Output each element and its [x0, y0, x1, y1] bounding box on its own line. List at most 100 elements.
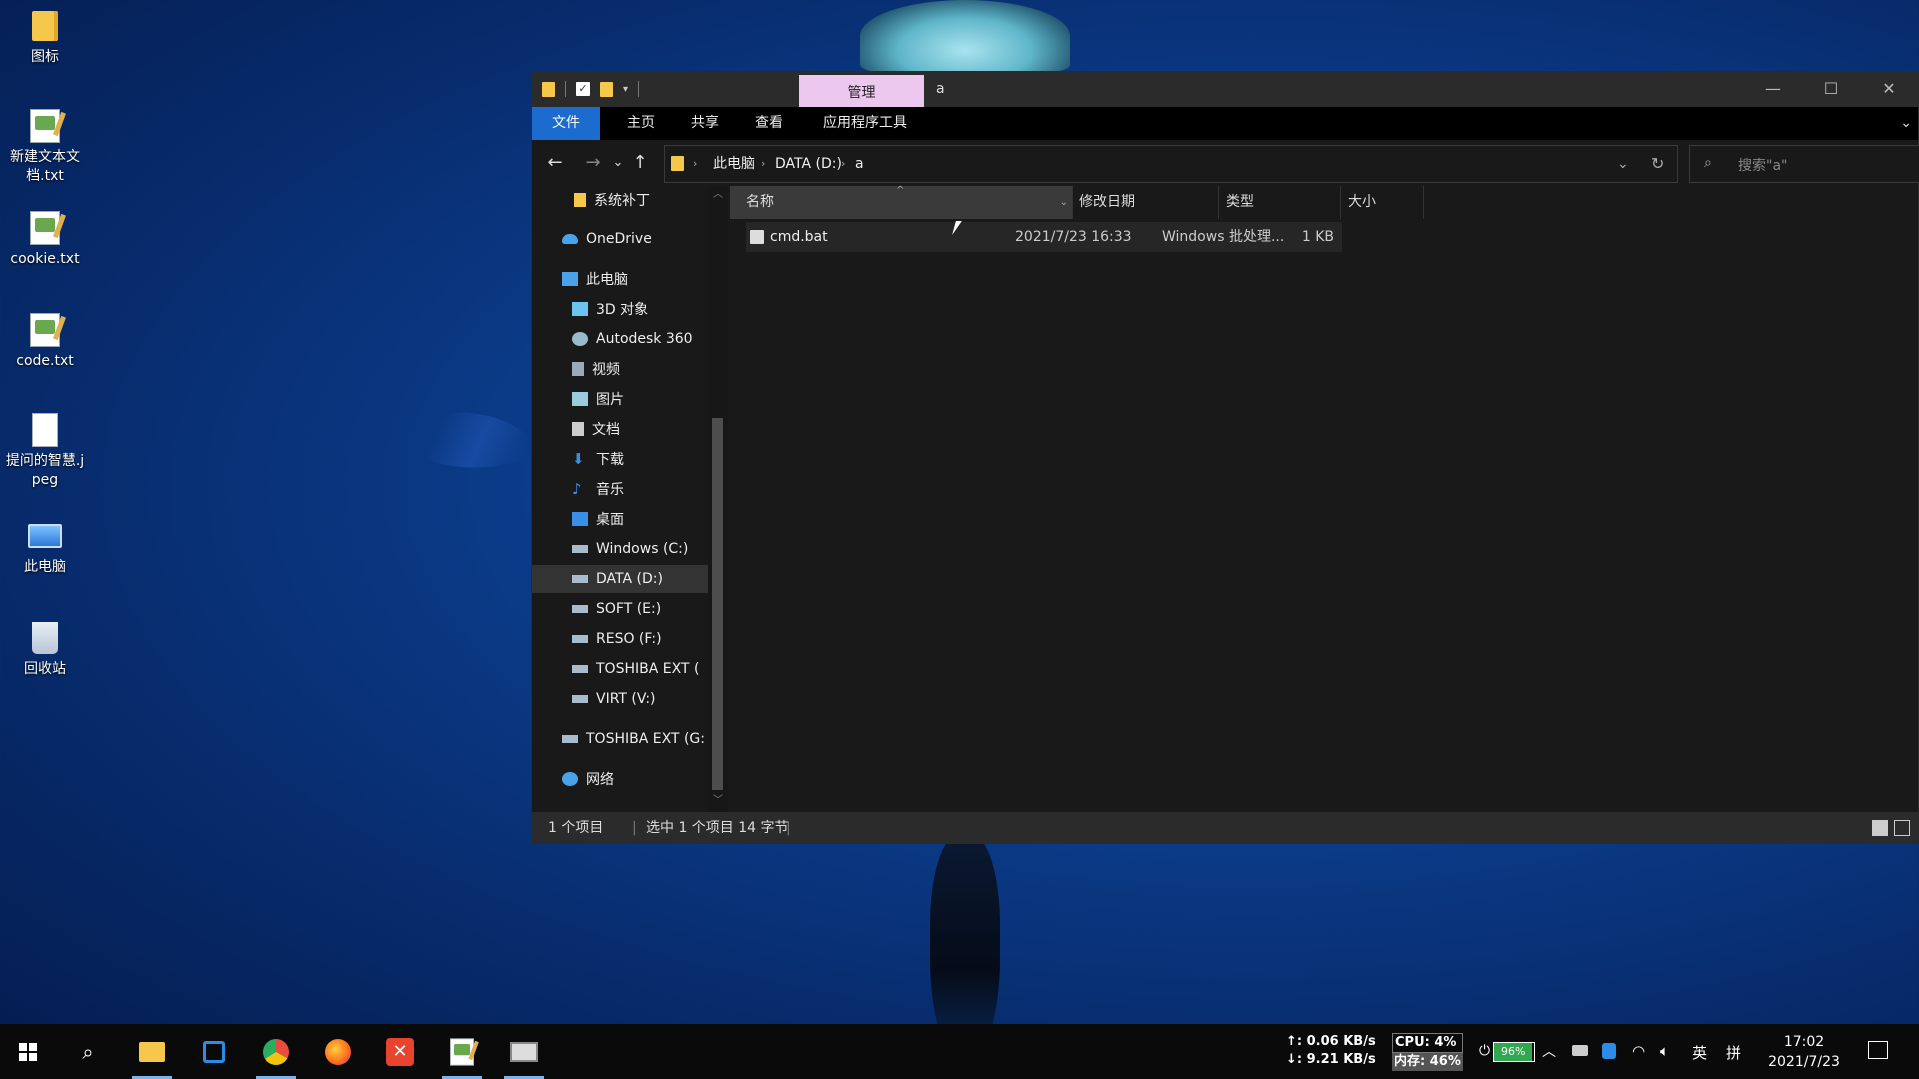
tab-file[interactable]: 文件 — [532, 107, 600, 140]
desktop-icon — [572, 512, 588, 526]
column-header-size[interactable]: 大小 — [1341, 186, 1424, 219]
details-view-icon[interactable] — [1872, 820, 1888, 836]
chevron-up-icon[interactable]: ︿ — [708, 186, 728, 204]
nav-item-network[interactable]: 网络 — [532, 765, 708, 793]
drive-icon — [572, 605, 588, 613]
new-folder-icon[interactable] — [600, 81, 613, 97]
volume-icon[interactable]: 🔈︎ — [1660, 1042, 1669, 1079]
search-icon[interactable]: ⌕ — [62, 1024, 114, 1079]
up-button[interactable]: ↑ — [627, 150, 653, 176]
nav-item-drive-v[interactable]: VIRT (V:) — [532, 685, 708, 713]
nav-item-documents[interactable]: 文档 — [532, 415, 708, 443]
wallpaper-character-hair — [860, 0, 1070, 72]
column-header-type[interactable]: 类型 — [1219, 186, 1341, 219]
column-header-date[interactable]: 修改日期 — [1073, 186, 1219, 219]
breadcrumb-this-pc[interactable]: 此电脑 — [713, 146, 755, 182]
app-icon[interactable] — [188, 1024, 240, 1079]
nav-item-downloads[interactable]: ⬇ 下载 — [532, 445, 708, 473]
desktop-icon-cookie[interactable]: cookie.txt — [0, 210, 90, 269]
start-icon[interactable] — [2, 1024, 54, 1079]
desktop-icon-folder[interactable]: 图标 — [0, 8, 90, 67]
nav-item-drive-d[interactable]: DATA (D:) — [532, 565, 708, 593]
app-tray-icon[interactable] — [1602, 1043, 1616, 1059]
manage-context-tab[interactable]: 管理 — [799, 75, 924, 107]
notifications-icon[interactable] — [1868, 1041, 1888, 1059]
battery-icon[interactable]: 96% — [1493, 1042, 1535, 1062]
chevron-down-icon[interactable]: ⌄ — [1060, 186, 1068, 219]
minimize-button[interactable]: — — [1744, 72, 1802, 107]
cmd-icon[interactable] — [498, 1024, 550, 1079]
nav-item-this-pc[interactable]: 此电脑 — [532, 265, 708, 293]
tab-share[interactable]: 共享 — [676, 107, 734, 140]
tab-home[interactable]: 主页 — [612, 107, 670, 140]
desktop-icon-recycle-bin[interactable]: 回收站 — [0, 620, 90, 679]
table-row[interactable]: cmd.bat 2021/7/23 16:33 Windows 批处理... 1… — [746, 222, 1342, 252]
chevron-up-icon[interactable]: ︿ — [1542, 1041, 1556, 1079]
column-header-name[interactable]: 名称 ^ ⌄ — [730, 185, 1073, 219]
nav-item-toshiba[interactable]: TOSHIBA EXT ( — [532, 655, 708, 683]
device-icon[interactable] — [1572, 1045, 1588, 1056]
drive-icon — [572, 665, 588, 673]
nav-item-label: OneDrive — [586, 231, 652, 247]
refresh-icon[interactable]: ↻ — [1651, 146, 1664, 182]
nav-item-drive-c[interactable]: Windows (C:) — [532, 535, 708, 563]
nav-item-patches[interactable]: 系统补丁 — [532, 186, 708, 214]
nav-item-label: 音乐 — [596, 482, 624, 498]
wifi-icon[interactable]: ◠ — [1632, 1042, 1645, 1079]
nav-item-label: 网络 — [586, 772, 614, 788]
clock[interactable]: 17:02 2021/7/23 — [1752, 1032, 1856, 1079]
nav-item-toshiba-g[interactable]: TOSHIBA EXT (G: — [532, 725, 708, 753]
tab-view[interactable]: 查看 — [740, 107, 798, 140]
nav-pane-scrollbar[interactable]: ︿ ﹀ — [708, 186, 728, 812]
nav-item-label: 系统补丁 — [594, 193, 650, 209]
cube-icon — [572, 302, 588, 316]
chevron-down-icon[interactable]: ﹀ — [708, 792, 728, 810]
nav-item-music[interactable]: ♪ 音乐 — [532, 475, 708, 503]
nav-item-label: SOFT (E:) — [596, 601, 662, 617]
close-button[interactable]: ✕ — [1860, 72, 1918, 107]
firefox-icon[interactable] — [312, 1024, 364, 1079]
tab-application-tools[interactable]: 应用程序工具 — [810, 107, 920, 140]
image-file-icon — [27, 412, 63, 448]
desktop-icon-new-text[interactable]: 新建文本文档.txt — [0, 108, 90, 186]
chevron-down-icon[interactable]: ⌄ — [1617, 146, 1629, 182]
nav-item-3d-objects[interactable]: 3D 对象 — [532, 295, 708, 323]
ime-pinyin-indicator[interactable]: 拼 — [1726, 1042, 1741, 1079]
search-input[interactable]: ⌕ 搜索"a" — [1689, 145, 1919, 183]
chrome-icon[interactable] — [250, 1024, 302, 1079]
chevron-down-icon[interactable]: ⌄ — [1900, 107, 1912, 140]
xmind-icon[interactable]: ✕ — [374, 1024, 426, 1079]
scrollbar-thumb[interactable] — [712, 418, 723, 790]
title-bar[interactable]: ✓ ▾ 管理 a — ☐ ✕ — [532, 72, 1918, 107]
notepad-icon[interactable] — [436, 1024, 488, 1079]
forward-button[interactable]: → — [580, 150, 606, 176]
nav-item-label: 3D 对象 — [596, 302, 649, 318]
large-icons-view-icon[interactable] — [1894, 820, 1910, 836]
customize-toolbar-icon[interactable]: ▾ — [623, 84, 628, 95]
back-button[interactable]: ← — [542, 150, 568, 176]
ime-mode-indicator[interactable]: 英 — [1692, 1042, 1707, 1079]
breadcrumb-a[interactable]: a — [855, 146, 864, 182]
address-row: ← → ⌄ ↑ › 此电脑 › DATA (D:) › a ⌄ ↻ ⌕ 搜索"a… — [532, 140, 1919, 186]
nav-item-desktop[interactable]: 桌面 — [532, 505, 708, 533]
desktop-icon-code[interactable]: code.txt — [0, 312, 90, 371]
breadcrumb-data-d[interactable]: DATA (D:) — [775, 146, 842, 182]
desktop-icon-jpeg[interactable]: 提问的智慧.jpeg — [0, 412, 90, 490]
selection-info: 选中 1 个项目 14 字节 — [646, 820, 789, 836]
drive-icon — [572, 545, 588, 553]
nav-item-videos[interactable]: 视频 — [532, 355, 708, 383]
nav-item-onedrive[interactable]: OneDrive — [532, 225, 708, 253]
search-placeholder: 搜索"a" — [1738, 158, 1788, 174]
nav-item-drive-f[interactable]: RESO (F:) — [532, 625, 708, 653]
nav-item-autodesk[interactable]: Autodesk 360 — [532, 325, 708, 353]
desktop-icon-this-pc[interactable]: 此电脑 — [0, 518, 90, 577]
upload-speed: ↑: 0.06 KB/s — [1286, 1034, 1376, 1049]
breadcrumb-separator: › — [693, 157, 698, 170]
nav-item-pictures[interactable]: 图片 — [532, 385, 708, 413]
download-speed: ↓: 9.21 KB/s — [1286, 1052, 1376, 1067]
file-explorer-icon[interactable] — [126, 1024, 178, 1079]
properties-icon[interactable]: ✓ — [576, 82, 590, 96]
nav-item-drive-e[interactable]: SOFT (E:) — [532, 595, 708, 623]
maximize-button[interactable]: ☐ — [1802, 72, 1860, 107]
address-bar[interactable]: › 此电脑 › DATA (D:) › a ⌄ ↻ — [664, 145, 1678, 183]
